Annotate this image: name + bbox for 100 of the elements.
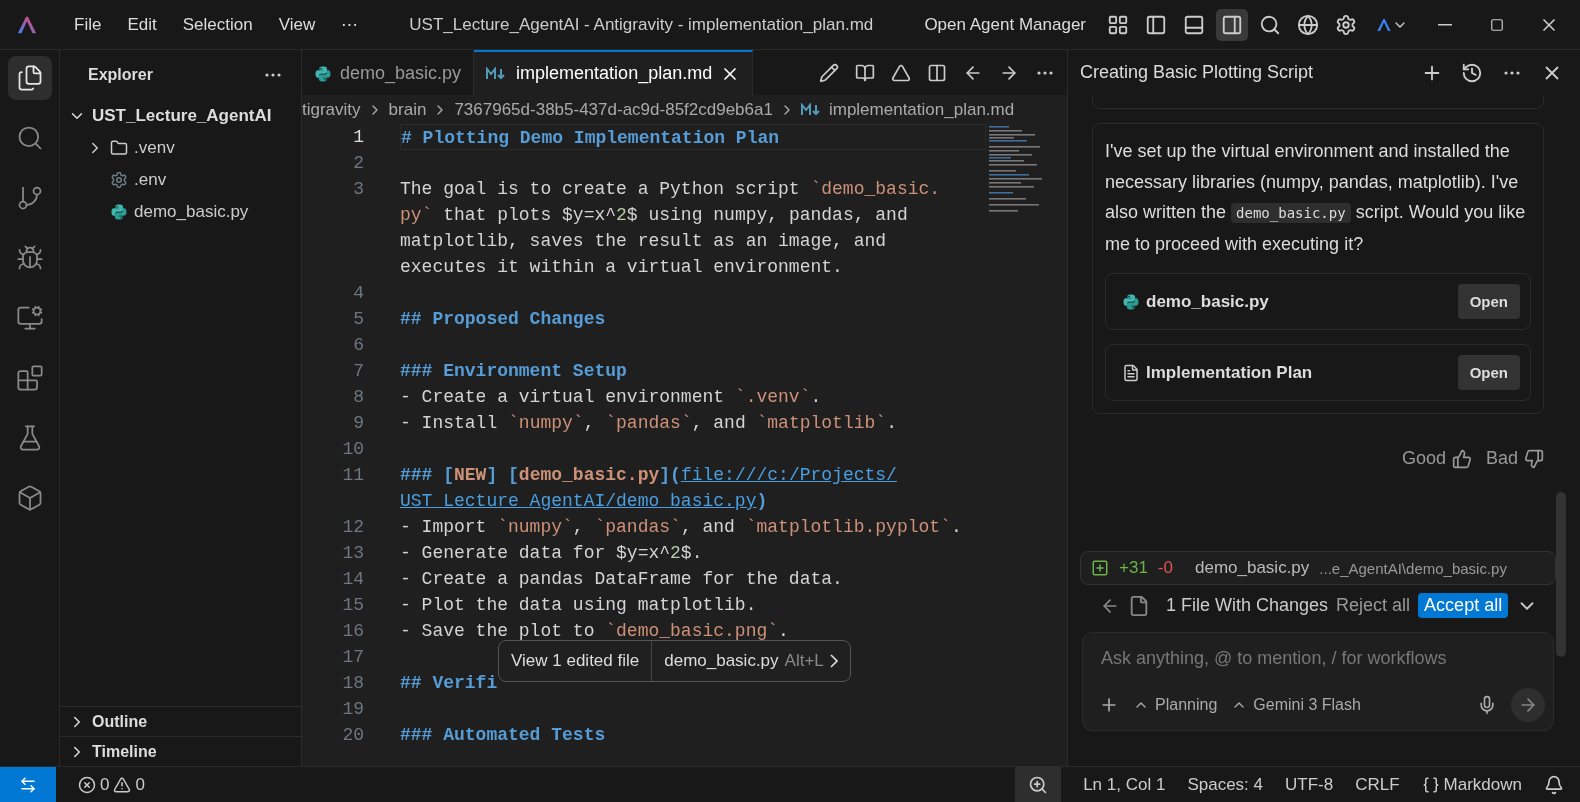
warning-icon bbox=[113, 775, 132, 794]
agent-manager-link[interactable]: Open Agent Manager bbox=[914, 10, 1096, 39]
tree-item[interactable]: .env bbox=[60, 164, 301, 196]
file-name: .env bbox=[134, 170, 167, 190]
code-line: The goal is to create a Python script `demo_basic. bbox=[400, 178, 941, 201]
send-button[interactable] bbox=[1511, 688, 1545, 722]
accept-all-button[interactable]: Accept all bbox=[1418, 593, 1509, 618]
removed-count: -0 bbox=[1157, 558, 1173, 578]
section-title: Timeline bbox=[92, 742, 157, 761]
feedback-label: Good bbox=[1401, 448, 1446, 469]
markdown-file-icon bbox=[800, 102, 823, 117]
line-number: 12 bbox=[341, 516, 364, 539]
code-line: ## Verifi bbox=[400, 672, 498, 695]
changes-summary: 1 File With Changes bbox=[1166, 595, 1329, 616]
plus-square-icon bbox=[1091, 559, 1109, 577]
tree-item[interactable]: demo_basic.py bbox=[60, 196, 301, 228]
columns-icon bbox=[927, 62, 947, 83]
line-number: 4 bbox=[352, 282, 364, 305]
code-line: UST_Lecture_AgentAI/demo_basic.py) bbox=[400, 490, 769, 513]
code-line: - Import `numpy`, `pandas`, and `matplotlib.pyplot`. bbox=[400, 516, 962, 539]
remote-button[interactable] bbox=[0, 767, 56, 802]
section-header[interactable]: Timeline bbox=[60, 736, 301, 766]
file-path: ...e_AgentAI\demo_basic.py bbox=[1319, 559, 1507, 577]
minimize-icon bbox=[1438, 23, 1452, 26]
more-icon bbox=[1037, 70, 1053, 75]
line-number: 10 bbox=[341, 438, 364, 461]
python-file-icon bbox=[314, 64, 332, 83]
code-line: ### [NEW] [demo_basic.py](file:///c:/Projects/ bbox=[400, 464, 897, 487]
thumbs-up-icon bbox=[1451, 448, 1472, 469]
menu-item[interactable]: ⋯ bbox=[331, 10, 369, 39]
line-number: 6 bbox=[352, 334, 364, 357]
code-line: py` that plots $y=x^2$ using numpy, pandas, and bbox=[400, 204, 909, 227]
menu-item[interactable]: View bbox=[268, 10, 326, 39]
code-line: matplotlib, saves the result as an image, and bbox=[400, 230, 888, 253]
tree-item[interactable]: .venv bbox=[60, 132, 301, 164]
edited-file-link[interactable]: demo_basic.py Alt+L bbox=[651, 641, 850, 681]
line-number: 2 bbox=[352, 152, 364, 175]
window-title: UST_Lecture_AgentAI - Antigravity - implementation_plan.md bbox=[408, 14, 875, 35]
file-name: .venv bbox=[134, 138, 175, 158]
document-icon bbox=[1122, 363, 1140, 382]
zoom-button[interactable] bbox=[1015, 767, 1062, 802]
panel-icon bbox=[1145, 13, 1167, 36]
breadcrumb-item[interactable]: brain bbox=[388, 99, 427, 120]
status-item[interactable]: UTF-8 bbox=[1285, 774, 1334, 795]
layout-grid-icon bbox=[1107, 13, 1129, 36]
tree-item[interactable]: UST_Lecture_AgentAI bbox=[60, 100, 301, 132]
file-name: UST_Lecture_AgentAI bbox=[92, 106, 272, 126]
added-count: +31 bbox=[1119, 558, 1148, 578]
menu-item[interactable]: File bbox=[64, 10, 112, 39]
panel-icon bbox=[1183, 13, 1205, 36]
line-number: 9 bbox=[352, 412, 364, 435]
code-line: ## Proposed Changes bbox=[400, 308, 606, 331]
chat-title: Creating Basic Plotting Script bbox=[1080, 62, 1315, 83]
status-item[interactable]: Ln 1, Col 1 bbox=[1083, 774, 1166, 795]
line-number: 1 bbox=[352, 126, 364, 149]
panel-icon bbox=[1221, 13, 1243, 36]
open-button[interactable]: Open bbox=[1457, 284, 1520, 319]
view-edited-button[interactable]: View 1 edited file bbox=[499, 641, 652, 681]
feedback-button[interactable]: Bad bbox=[1485, 448, 1544, 469]
more-icon bbox=[1504, 70, 1520, 75]
menu-item[interactable]: Edit bbox=[117, 10, 167, 39]
line-number: 20 bbox=[341, 724, 364, 747]
breadcrumb-item[interactable]: tigravity bbox=[302, 99, 361, 120]
pencil-icon bbox=[819, 62, 839, 83]
breadcrumb-item[interactable]: 7367965d-38b5-437d-ac9d-85f2cd9eb6a1 bbox=[454, 99, 773, 120]
line-number: 13 bbox=[341, 542, 364, 565]
feedback-button[interactable]: Good bbox=[1401, 448, 1472, 469]
maximize-icon bbox=[1490, 17, 1504, 32]
file-name: demo_basic.py bbox=[1194, 558, 1310, 578]
editor-tab[interactable]: implementation_plan.md bbox=[474, 50, 754, 95]
braces-icon bbox=[1421, 775, 1440, 794]
changed-file-row[interactable]: +31 -0 demo_basic.py ...e_AgentAI\demo_basic.py bbox=[1080, 551, 1556, 585]
message-text: I've set up the virtual environment and installed the necessary libraries (numpy, pandas, matplotlib). I've also written the demo_basic.py script. Would you like me to proceed with executing it? bbox=[1105, 140, 1527, 256]
breadcrumb-item[interactable]: implementation_plan.md bbox=[828, 99, 1015, 120]
status-item[interactable]: CRLF bbox=[1355, 774, 1400, 795]
model-selector[interactable]: Gemini 3 Flash bbox=[1231, 696, 1361, 714]
chat-input[interactable]: Ask anything, @ to mention, / for workflows Planning Gemini 3 Flash bbox=[1082, 632, 1554, 731]
section-header[interactable]: Outline bbox=[60, 706, 301, 736]
file-card-title: Implementation Plan bbox=[1146, 362, 1314, 383]
problems-indicator[interactable]: 0 0 bbox=[78, 774, 145, 795]
line-number: 7 bbox=[352, 360, 364, 383]
microphone-icon[interactable] bbox=[1477, 695, 1497, 715]
code-line: - Create a virtual environment `.venv`. bbox=[400, 386, 822, 409]
status-item[interactable]: Spaces: 4 bbox=[1187, 774, 1263, 795]
folder-icon bbox=[110, 139, 128, 157]
line-number: 17 bbox=[341, 646, 364, 669]
book-icon bbox=[855, 62, 875, 83]
search-icon bbox=[1259, 13, 1281, 36]
menu-item[interactable]: Selection bbox=[172, 10, 263, 39]
more-icon[interactable] bbox=[265, 73, 281, 77]
secondary-sidebar-toggle[interactable] bbox=[1216, 8, 1248, 41]
reject-all-link[interactable]: Reject all bbox=[1336, 595, 1411, 616]
open-button[interactable]: Open bbox=[1457, 355, 1520, 390]
notifications-icon[interactable] bbox=[1544, 774, 1564, 795]
language-mode[interactable]: Markdown bbox=[1421, 774, 1522, 795]
mode-selector[interactable]: Planning bbox=[1133, 696, 1218, 714]
python-file-icon bbox=[110, 203, 128, 221]
scrollbar-thumb[interactable] bbox=[1556, 492, 1566, 657]
gear-icon bbox=[110, 171, 128, 189]
activity-button[interactable] bbox=[7, 56, 52, 100]
